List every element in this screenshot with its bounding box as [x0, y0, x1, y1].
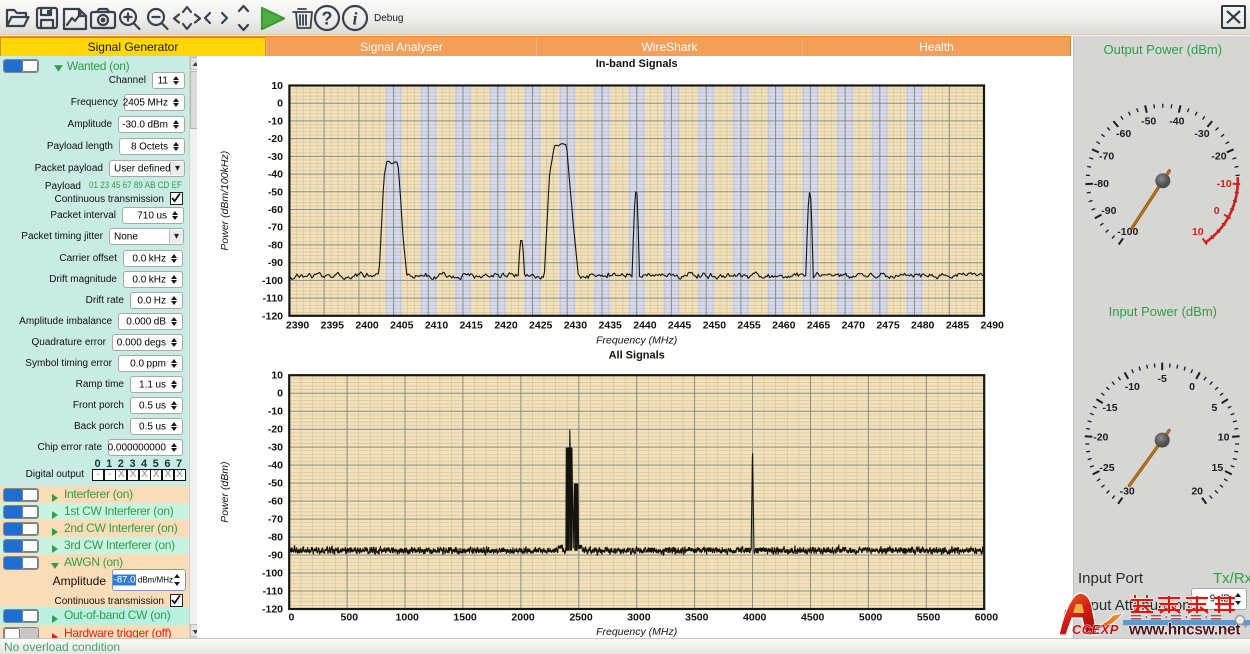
- svg-text:4000: 4000: [743, 612, 767, 624]
- svg-text:2420: 2420: [494, 320, 518, 332]
- svg-text:2440: 2440: [633, 320, 657, 332]
- svg-text:All Signals: All Signals: [609, 350, 665, 362]
- svg-text:-110: -110: [263, 293, 284, 305]
- svg-text:In-band Signals: In-band Signals: [596, 58, 678, 70]
- svg-text:Debug: Debug: [374, 13, 403, 24]
- svg-text:-90: -90: [268, 550, 283, 562]
- svg-text:-80: -80: [268, 532, 283, 544]
- svg-text:-70: -70: [268, 222, 283, 234]
- svg-text:-5: -5: [1158, 373, 1167, 385]
- svg-text:2455: 2455: [737, 320, 761, 332]
- svg-text:20: 20: [1191, 485, 1203, 497]
- svg-text:2435: 2435: [599, 320, 623, 332]
- svg-text:2490: 2490: [981, 320, 1005, 332]
- svg-text:-70: -70: [1099, 150, 1114, 162]
- svg-text:2405: 2405: [390, 320, 414, 332]
- svg-text:1000: 1000: [396, 612, 420, 624]
- svg-text:0: 0: [277, 388, 283, 400]
- svg-text:2465: 2465: [807, 320, 831, 332]
- svg-text:10: 10: [271, 80, 283, 92]
- svg-text:-80: -80: [268, 239, 283, 251]
- svg-text:0: 0: [277, 98, 283, 110]
- svg-text:Power (dBm): Power (dBm): [219, 461, 231, 522]
- svg-text:0: 0: [1189, 381, 1195, 393]
- svg-text:2415: 2415: [460, 320, 484, 332]
- svg-text:-120: -120: [262, 604, 283, 616]
- svg-text:2410: 2410: [425, 320, 449, 332]
- svg-text:-20: -20: [1093, 432, 1108, 444]
- svg-text:500: 500: [341, 612, 359, 624]
- svg-text:2430: 2430: [564, 320, 588, 332]
- svg-text:-50: -50: [268, 186, 283, 198]
- svg-text:2425: 2425: [529, 320, 553, 332]
- svg-text:2485: 2485: [946, 320, 970, 332]
- svg-text:-60: -60: [1116, 128, 1131, 140]
- svg-text:-100: -100: [1117, 226, 1138, 238]
- svg-text:-10: -10: [1217, 178, 1232, 190]
- svg-text:5500: 5500: [917, 612, 941, 624]
- svg-text:3500: 3500: [685, 612, 709, 624]
- svg-text:-50: -50: [1141, 116, 1156, 128]
- svg-text:-10: -10: [1125, 381, 1140, 393]
- svg-text:-120: -120: [262, 310, 283, 322]
- svg-text:-30: -30: [268, 442, 283, 454]
- svg-text:-90: -90: [268, 257, 283, 269]
- svg-text:-60: -60: [268, 496, 283, 508]
- svg-text:-10: -10: [268, 406, 283, 418]
- svg-text:i: i: [352, 9, 357, 29]
- svg-text:-30: -30: [268, 151, 283, 163]
- svg-text:10: 10: [1192, 226, 1204, 238]
- svg-text:-40: -40: [1169, 116, 1184, 128]
- svg-text:1500: 1500: [453, 612, 477, 624]
- svg-text:-80: -80: [1094, 178, 1109, 190]
- svg-text:Output Power (dBm): Output Power (dBm): [1104, 42, 1223, 57]
- svg-text:-20: -20: [268, 424, 283, 436]
- svg-text:2445: 2445: [668, 320, 692, 332]
- svg-text:10: 10: [271, 370, 283, 382]
- svg-text:4500: 4500: [801, 612, 825, 624]
- svg-text:2475: 2475: [876, 320, 900, 332]
- svg-text:-20: -20: [1211, 150, 1226, 162]
- svg-text:-30: -30: [1120, 485, 1135, 497]
- svg-text:Frequency (MHz): Frequency (MHz): [596, 626, 677, 638]
- svg-text:-20: -20: [268, 133, 283, 145]
- svg-text:-10: -10: [268, 115, 283, 127]
- svg-text:5000: 5000: [859, 612, 883, 624]
- svg-text:-110: -110: [263, 586, 284, 598]
- svg-text:-100: -100: [262, 275, 283, 287]
- svg-text:-70: -70: [268, 514, 283, 526]
- svg-text:2000: 2000: [511, 612, 535, 624]
- svg-text:2500: 2500: [569, 612, 593, 624]
- svg-text:-90: -90: [1101, 205, 1116, 217]
- svg-text:Power (dBm/100kHz): Power (dBm/100kHz): [219, 151, 231, 251]
- svg-text:-60: -60: [268, 204, 283, 216]
- svg-text:15: 15: [1212, 462, 1224, 474]
- svg-text:?: ?: [322, 9, 333, 29]
- svg-text:www.hncsw.net: www.hncsw.net: [1128, 622, 1240, 639]
- svg-text:2450: 2450: [703, 320, 727, 332]
- svg-text:-40: -40: [268, 460, 283, 472]
- svg-text:-40: -40: [268, 169, 283, 181]
- svg-text:0: 0: [1214, 205, 1220, 217]
- svg-text:6000: 6000: [975, 612, 999, 624]
- svg-text:2390: 2390: [286, 320, 310, 332]
- svg-text:-15: -15: [1102, 402, 1117, 414]
- svg-text:3000: 3000: [627, 612, 651, 624]
- svg-text:10: 10: [1218, 432, 1230, 444]
- svg-text:-100: -100: [262, 568, 283, 580]
- svg-text:0: 0: [288, 612, 294, 624]
- svg-text:-30: -30: [1194, 128, 1209, 140]
- svg-text:Frequency (MHz): Frequency (MHz): [596, 335, 677, 347]
- svg-text:5: 5: [1211, 402, 1217, 414]
- svg-text:-25: -25: [1099, 462, 1114, 474]
- svg-text:Input Power (dBm): Input Power (dBm): [1109, 304, 1217, 319]
- svg-text:2480: 2480: [911, 320, 935, 332]
- svg-text:2460: 2460: [772, 320, 796, 332]
- svg-text:2395: 2395: [321, 320, 345, 332]
- svg-text:-50: -50: [268, 478, 283, 490]
- svg-text:CCEXP: CCEXP: [1072, 622, 1119, 637]
- svg-text:2400: 2400: [355, 320, 379, 332]
- svg-text:2470: 2470: [842, 320, 866, 332]
